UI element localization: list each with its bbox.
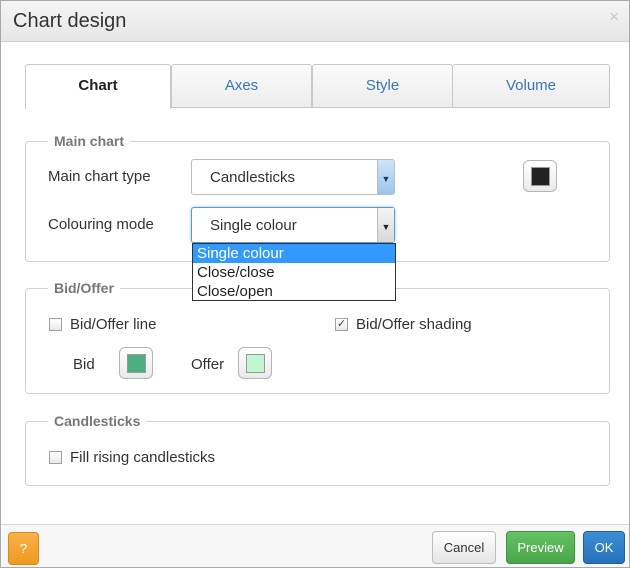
- main-chart-color-button[interactable]: [523, 160, 557, 192]
- main-chart-type-label: Main chart type: [48, 168, 151, 185]
- bid-color-swatch: [127, 354, 146, 373]
- candlesticks-legend: Candlesticks: [54, 413, 141, 429]
- tab-bar: Chart Axes Style Volume: [25, 64, 610, 109]
- offer-color-swatch: [246, 354, 265, 373]
- dropdown-option[interactable]: Close/close: [193, 263, 395, 282]
- chart-design-dialog: Chart design × Chart Axes Style Volume M…: [0, 0, 630, 568]
- colouring-mode-value: Single colour: [210, 217, 297, 234]
- main-chart-type-value: Candlesticks: [210, 169, 296, 186]
- offer-label: Offer: [191, 356, 225, 373]
- colouring-mode-select[interactable]: Single colour ▼: [191, 207, 395, 243]
- tab-divider: [171, 107, 610, 108]
- main-chart-type-select[interactable]: Candlesticks ▼: [191, 159, 395, 195]
- preview-button[interactable]: Preview: [506, 531, 575, 564]
- dropdown-option[interactable]: Close/open: [193, 282, 395, 301]
- colouring-mode-label: Colouring mode: [48, 216, 154, 233]
- colouring-mode-dropdown: Single colour Close/close Close/open: [192, 243, 396, 301]
- chevron-down-icon[interactable]: ▼: [377, 208, 394, 242]
- main-chart-color-swatch: [531, 167, 550, 186]
- fill-rising-checkbox[interactable]: [49, 451, 62, 464]
- bid-offer-shading-checkbox[interactable]: ✓: [335, 318, 348, 331]
- bid-offer-shading-label: Bid/Offer shading: [356, 316, 472, 333]
- fill-rising-label: Fill rising candlesticks: [70, 449, 216, 466]
- tab-axes[interactable]: Axes: [171, 64, 312, 108]
- bid-label: Bid: [73, 356, 95, 373]
- chevron-down-icon[interactable]: ▼: [377, 160, 394, 194]
- offer-color-button[interactable]: [238, 347, 272, 379]
- close-icon[interactable]: ×: [609, 7, 619, 27]
- bid-offer-line-label: Bid/Offer line: [70, 316, 157, 333]
- main-chart-legend: Main chart: [54, 133, 125, 149]
- bid-offer-line-checkbox[interactable]: [49, 318, 62, 331]
- dialog-title: Chart design: [13, 10, 127, 32]
- tab-chart[interactable]: Chart: [25, 64, 171, 109]
- dropdown-option[interactable]: Single colour: [193, 244, 395, 263]
- cancel-button[interactable]: Cancel: [432, 531, 496, 564]
- ok-button[interactable]: OK: [583, 531, 625, 564]
- dialog-titlebar: Chart design ×: [1, 1, 629, 42]
- help-button[interactable]: ?: [8, 532, 39, 565]
- bid-color-button[interactable]: [119, 347, 153, 379]
- tab-style[interactable]: Style: [312, 64, 453, 108]
- bid-offer-legend: Bid/Offer: [54, 280, 114, 296]
- tab-volume[interactable]: Volume: [452, 64, 610, 108]
